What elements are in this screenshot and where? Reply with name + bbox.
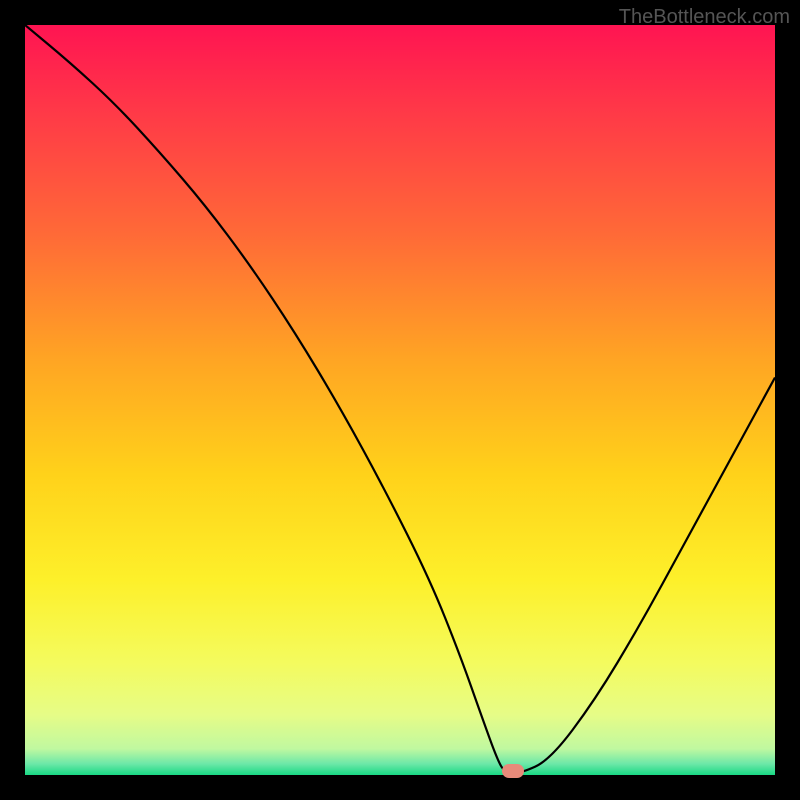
- watermark-text: TheBottleneck.com: [619, 6, 790, 29]
- gradient-background: [25, 25, 775, 775]
- chart-svg: [25, 25, 775, 775]
- chart-container: TheBottleneck.com: [0, 0, 800, 800]
- optimal-marker: [502, 764, 524, 778]
- plot-area: [25, 25, 775, 775]
